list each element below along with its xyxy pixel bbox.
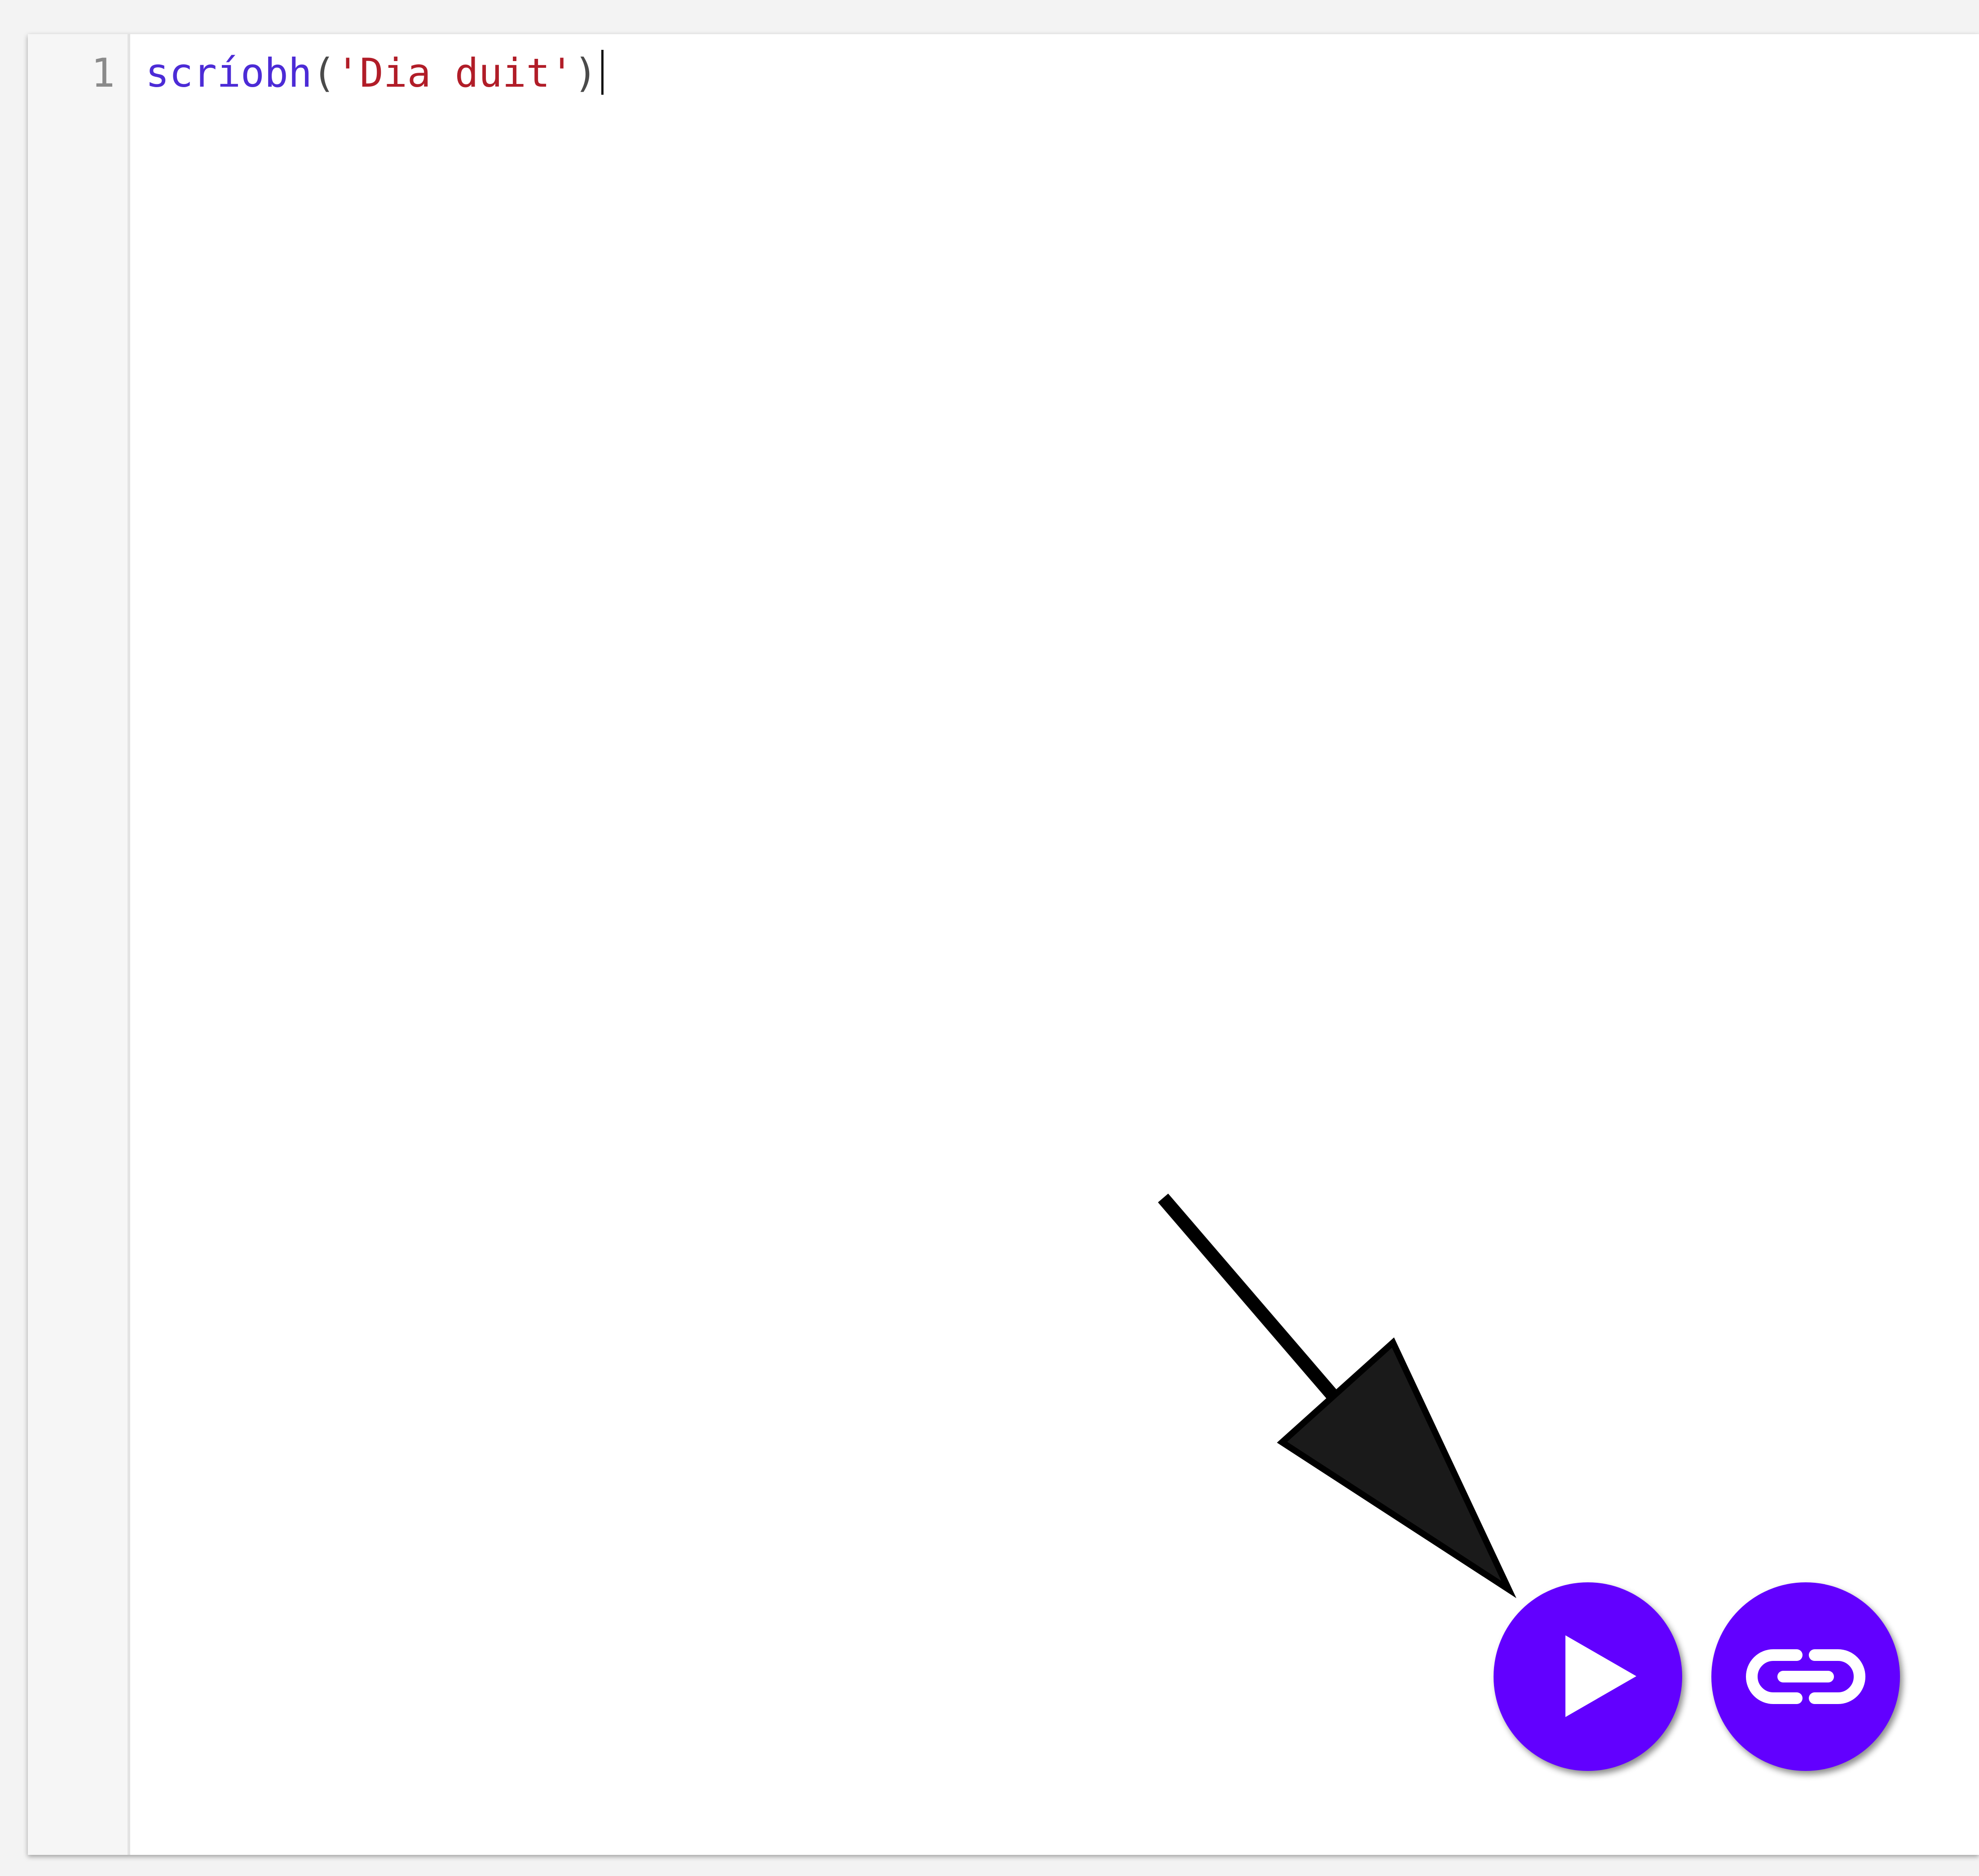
- run-button[interactable]: [1494, 1582, 1682, 1771]
- play-icon: [1565, 1635, 1636, 1717]
- code-function-name: scríobh: [145, 50, 312, 96]
- code-open-paren: (: [312, 50, 336, 96]
- code-string-literal: 'Dia duit': [335, 50, 574, 96]
- text-cursor: [601, 50, 604, 95]
- link-icon: [1746, 1649, 1865, 1704]
- share-link-button[interactable]: [1711, 1582, 1900, 1771]
- code-line[interactable]: scríobh('Dia duit'): [145, 48, 604, 98]
- code-close-paren: ): [573, 50, 598, 96]
- line-number-gutter: 1: [28, 34, 130, 1855]
- code-editor[interactable]: 1 scríobh('Dia duit'): [28, 34, 1979, 1855]
- line-number: 1: [91, 50, 115, 96]
